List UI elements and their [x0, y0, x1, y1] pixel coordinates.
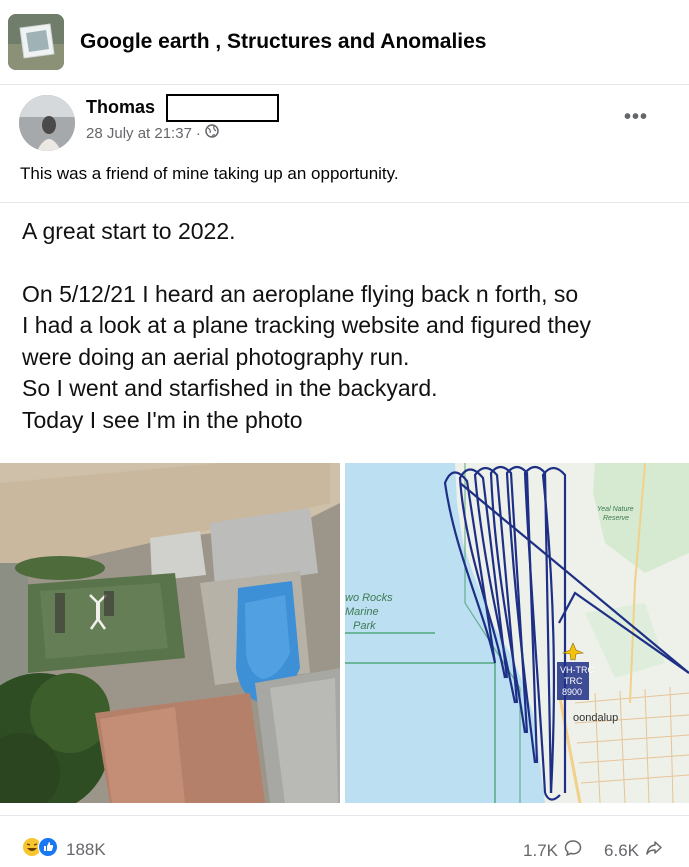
footer-divider — [0, 815, 689, 816]
group-name[interactable]: Google earth , Structures and Anomalies — [80, 30, 486, 54]
map-park-label-2: Marine — [345, 606, 379, 618]
map-town-label: oondalup — [573, 712, 618, 724]
flight-track-map[interactable]: VH-TRC TRC 8900 wo Rocks Marine Park Yea… — [345, 463, 689, 803]
group-header: Google earth , Structures and Anomalies — [0, 0, 689, 85]
story-line: So I went and starfished in the backyard… — [22, 375, 438, 401]
author-name[interactable]: Thomas — [86, 97, 155, 118]
story-line — [22, 248, 682, 279]
story-line: Today I see I'm in the photo — [22, 406, 303, 433]
caption-divider — [0, 202, 689, 203]
shares-count[interactable]: 6.6K — [604, 841, 639, 861]
story-line: I had a look at a plane tracking website… — [22, 312, 591, 338]
shared-story-text: A great start to 2022. On 5/12/21 I hear… — [22, 216, 682, 436]
comment-icon — [564, 839, 582, 862]
meta-separator: · — [195, 124, 201, 142]
map-callsign-label: VH-TRC — [560, 665, 594, 675]
map-park-label-1: wo Rocks — [345, 592, 393, 604]
redaction-box — [166, 94, 279, 122]
reactions-count: 188K — [66, 839, 106, 859]
post-caption: This was a friend of mine taking up an o… — [20, 164, 399, 183]
post-meta: 28 July at 21:37 · — [86, 124, 219, 142]
globe-icon — [205, 124, 219, 142]
author-avatar[interactable] — [19, 95, 75, 151]
post-timestamp[interactable]: 28 July at 21:37 — [86, 125, 192, 142]
share-icon — [645, 839, 663, 862]
aerial-backyard-photo[interactable] — [0, 463, 340, 803]
map-aircraft-code-label: TRC — [564, 676, 583, 686]
map-reserve-label-1: Yeal Nature — [597, 506, 634, 513]
more-options-button[interactable]: ••• — [624, 106, 648, 129]
engagement-bar: 188K 1.7K 6.6K — [0, 827, 689, 867]
post-card: Thomas 28 July at 21:37 · ••• This was a… — [0, 88, 689, 867]
map-park-label-3: Park — [353, 620, 376, 632]
story-line: On 5/12/21 I heard an aeroplane flying b… — [22, 280, 579, 307]
like-reaction-icon — [38, 837, 58, 862]
map-reserve-label-2: Reserve — [603, 515, 629, 522]
reactions-summary[interactable]: 188K — [22, 837, 106, 862]
story-line: A great start to 2022. — [22, 218, 236, 244]
map-altitude-label: 8900 — [562, 687, 582, 697]
engagement-stats: 1.7K 6.6K — [523, 839, 663, 862]
group-thumbnail[interactable] — [8, 14, 64, 70]
story-line: were doing an aerial photography run. — [22, 343, 410, 370]
comments-count[interactable]: 1.7K — [523, 841, 558, 861]
